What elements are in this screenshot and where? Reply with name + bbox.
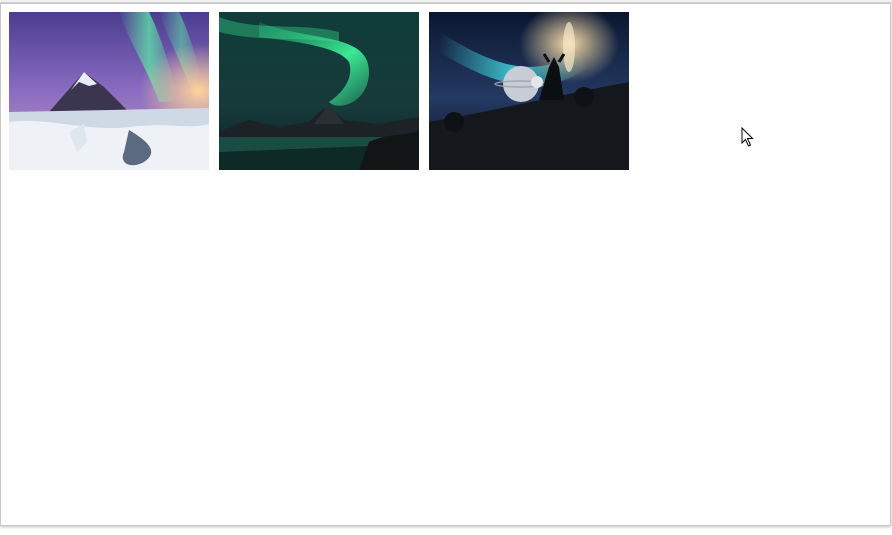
gallery-image-aurora-planets[interactable] — [429, 12, 629, 170]
browser-window — [0, 3, 891, 526]
aurora-planets-image — [429, 12, 629, 170]
image-gallery — [9, 12, 629, 170]
aurora-lake-image — [219, 12, 419, 170]
gallery-image-aurora-lake[interactable] — [219, 12, 419, 170]
aurora-mountain-image — [9, 12, 209, 170]
gallery-image-aurora-mountain[interactable] — [9, 12, 209, 170]
